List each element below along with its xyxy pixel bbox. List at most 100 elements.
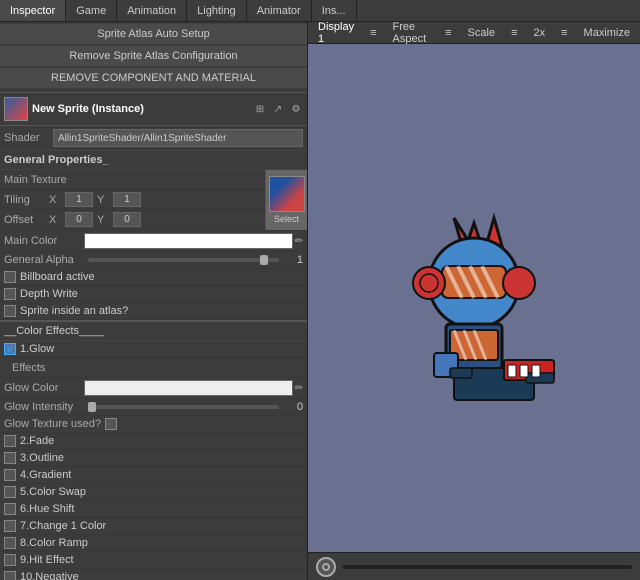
shader-input[interactable] — [53, 129, 303, 147]
tiling-row: Tiling X Y — [0, 190, 265, 210]
offset-y-input[interactable] — [113, 212, 141, 227]
glow-color-dropper-icon[interactable]: ✏ — [295, 383, 303, 394]
general-properties-header: General Properties_ — [0, 151, 307, 170]
offset-x-label: X — [49, 214, 61, 226]
glow-checkbox[interactable]: ✓ — [4, 343, 16, 355]
depth-write-label: Depth Write — [20, 288, 78, 300]
change-1-color-checkbox[interactable] — [4, 520, 16, 532]
gradient-checkbox[interactable] — [4, 469, 16, 481]
negative-label: 10.Negative — [20, 571, 79, 580]
billboard-active-row: Billboard active — [0, 269, 307, 286]
inspector-panel: Sprite Atlas Auto Setup Remove Sprite At… — [0, 22, 308, 580]
main-color-swatch[interactable] — [84, 233, 293, 249]
main-color-label: Main Color — [4, 235, 84, 247]
game-aspect-label[interactable]: Free Aspect — [387, 22, 436, 46]
glow-texture-checkbox[interactable] — [105, 418, 117, 430]
glow-color-label: Glow Color — [4, 382, 84, 394]
glow-intensity-thumb[interactable] — [88, 402, 96, 412]
sprite-inside-atlas-row: Sprite inside an atlas? — [0, 303, 307, 320]
color-swap-checkbox[interactable] — [4, 486, 16, 498]
game-scale-label: Scale — [462, 26, 502, 40]
tiling-fields: Main Texture Tiling X Y Offset X — [0, 170, 265, 230]
main-content: Sprite Atlas Auto Setup Remove Sprite At… — [0, 22, 640, 580]
sprite-gear-icon[interactable]: ⚙ — [289, 102, 303, 116]
sprite-atlas-auto-setup-button[interactable]: Sprite Atlas Auto Setup — [0, 24, 307, 44]
sprite-arrow-icon[interactable]: ↗ — [271, 102, 285, 116]
game-separator-4: ≡ — [555, 26, 573, 40]
offset-y-label: Y — [97, 214, 109, 226]
tiling-x-label: X — [49, 194, 61, 206]
sprite-thumbnail — [4, 97, 28, 121]
tab-lighting[interactable]: Lighting — [187, 0, 247, 21]
remove-component-button[interactable]: REMOVE COMPONENT AND MATERIAL — [0, 68, 307, 88]
preview-inner-image — [269, 176, 305, 212]
glow-intensity-label: Glow Intensity — [4, 401, 84, 413]
color-dropper-icon[interactable]: ✏ — [295, 236, 303, 247]
robot-sprite-svg — [374, 188, 574, 408]
glow-color-row: Glow Color ✏ — [0, 378, 307, 399]
sprite-header-icons: ⊞ ↗ ⚙ — [253, 102, 303, 116]
depth-write-row: Depth Write — [0, 286, 307, 303]
general-alpha-label: General Alpha — [4, 254, 84, 266]
game-separator-2: ≡ — [439, 26, 457, 40]
scrub-inner-circle — [322, 563, 330, 571]
hit-effect-row: 9.Hit Effect — [0, 552, 307, 569]
depth-write-checkbox[interactable] — [4, 288, 16, 300]
outline-checkbox[interactable] — [4, 452, 16, 464]
color-swap-label: 5.Color Swap — [20, 486, 86, 498]
tab-game[interactable]: Game — [66, 0, 117, 21]
sprite-grid-icon[interactable]: ⊞ — [253, 102, 267, 116]
game-toolbar: Display 1 ≡ Free Aspect ≡ Scale ≡ 2x ≡ M… — [308, 22, 640, 44]
game-maximize-label[interactable]: Maximize — [578, 26, 636, 40]
scrub-bar — [308, 552, 640, 580]
game-zoom-label: 2x — [528, 26, 552, 40]
negative-checkbox[interactable] — [4, 571, 16, 580]
tab-inspector[interactable]: Inspector — [0, 0, 66, 21]
top-tab-bar: Inspector Game Animation Lighting Animat… — [0, 0, 640, 22]
gradient-label: 4.Gradient — [20, 469, 71, 481]
scrub-track[interactable] — [342, 565, 632, 569]
sprite-inside-atlas-checkbox[interactable] — [4, 305, 16, 317]
general-alpha-track[interactable] — [88, 258, 279, 262]
game-canvas — [308, 44, 640, 552]
glow-intensity-value: 0 — [283, 401, 303, 413]
tiling-x-input[interactable] — [65, 192, 93, 207]
tab-ins[interactable]: Ins... — [312, 0, 357, 21]
sprite-inside-atlas-label: Sprite inside an atlas? — [20, 305, 128, 317]
general-alpha-value: 1 — [283, 254, 303, 266]
remove-sprite-atlas-button[interactable]: Remove Sprite Atlas Configuration — [0, 46, 307, 66]
change-1-color-row: 7.Change 1 Color — [0, 518, 307, 535]
general-alpha-thumb[interactable] — [260, 255, 268, 265]
glow-intensity-row: Glow Intensity 0 — [0, 399, 307, 416]
game-separator-3: ≡ — [505, 26, 523, 40]
color-ramp-row: 8.Color Ramp — [0, 535, 307, 552]
sprite-header: New Sprite (Instance) ⊞ ↗ ⚙ — [0, 92, 307, 126]
glow-intensity-track[interactable] — [88, 405, 279, 409]
billboard-active-label: Billboard active — [20, 271, 95, 283]
glow-label: 1.Glow — [20, 343, 54, 355]
offset-x-input[interactable] — [65, 212, 93, 227]
billboard-active-checkbox[interactable] — [4, 271, 16, 283]
fade-checkbox[interactable] — [4, 435, 16, 447]
select-label: Select — [274, 214, 299, 224]
color-ramp-checkbox[interactable] — [4, 537, 16, 549]
color-ramp-label: 8.Color Ramp — [20, 537, 88, 549]
hit-effect-checkbox[interactable] — [4, 554, 16, 566]
hue-shift-checkbox[interactable] — [4, 503, 16, 515]
tab-animator[interactable]: Animator — [247, 0, 312, 21]
glow-row: ✓ 1.Glow — [0, 341, 307, 358]
context-menu-buttons: Sprite Atlas Auto Setup Remove Sprite At… — [0, 22, 307, 92]
scrub-circle-icon[interactable] — [316, 557, 336, 577]
game-display-label: Display 1 — [312, 22, 360, 46]
offset-xy: X Y — [49, 212, 261, 227]
tiling-label: Tiling — [4, 194, 49, 206]
glow-color-swatch[interactable] — [84, 380, 293, 396]
gradient-row: 4.Gradient — [0, 467, 307, 484]
effects-row: Effects — [0, 358, 307, 378]
tab-animation[interactable]: Animation — [117, 0, 187, 21]
effects-label: Effects — [12, 362, 92, 374]
tiling-y-input[interactable] — [113, 192, 141, 207]
color-effects-header: __Color Effects____ — [0, 320, 307, 341]
sprite-title: New Sprite (Instance) — [32, 103, 249, 115]
change-1-color-label: 7.Change 1 Color — [20, 520, 106, 532]
